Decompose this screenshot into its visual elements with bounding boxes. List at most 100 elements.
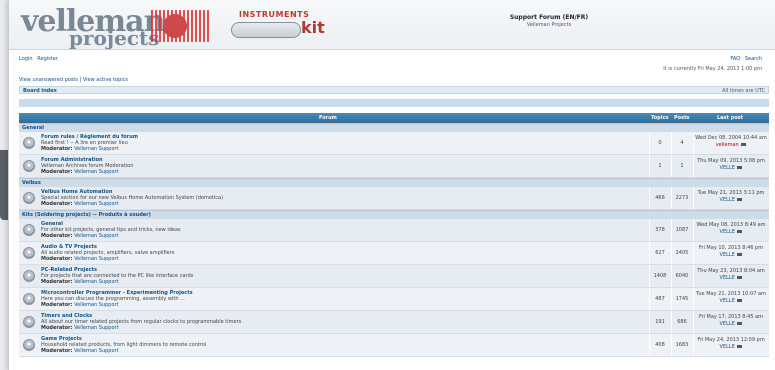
column-divider	[693, 242, 694, 264]
last-post-date: Tue May 21, 2013 10:07 am	[696, 291, 766, 297]
col-last-post: Last post	[717, 115, 744, 121]
go-to-post-icon[interactable]	[737, 253, 743, 256]
last-post-author[interactable]: VELLE	[720, 197, 735, 203]
forum-row: Forum rules / Règlement du forum Read fi…	[19, 132, 769, 155]
last-post-author[interactable]: VELLE	[720, 275, 735, 281]
last-post-author[interactable]: VELLE	[720, 298, 735, 304]
moderator-label: Moderator:	[41, 169, 73, 175]
instruments-kit-logo[interactable]: INSTRUMENTS kit	[231, 8, 351, 44]
moderator-link[interactable]: Velleman Support	[74, 279, 118, 285]
go-to-post-icon[interactable]	[741, 143, 747, 146]
posts-count: 1683	[675, 342, 689, 348]
moderator-link[interactable]: Velleman Support	[74, 169, 118, 175]
forum-read-icon	[23, 192, 35, 204]
col-posts: Posts	[674, 115, 690, 121]
moderator-label: Moderator:	[41, 146, 73, 152]
posts-count: 6040	[675, 273, 689, 279]
category-row: Velbus	[19, 178, 769, 187]
column-divider	[693, 334, 694, 356]
moderator-label: Moderator:	[41, 233, 73, 239]
forum-read-icon	[23, 316, 35, 328]
forum-moderator: Moderator: Velleman Support	[41, 201, 119, 207]
last-post: Fri May 24, 2013 12:09 pm VELLE	[695, 337, 767, 351]
moderator-link[interactable]: Velleman Support	[74, 256, 118, 262]
divider-bar	[19, 99, 769, 107]
forum-moderator: Moderator: Velleman Support	[41, 325, 119, 331]
column-divider	[693, 265, 694, 287]
last-post: Fri May 10, 2013 8:46 pm VELLE	[695, 245, 767, 259]
moderator-link[interactable]: Velleman Support	[74, 302, 118, 308]
topics-count: 1	[658, 163, 662, 169]
topics-count: 0	[658, 140, 662, 146]
column-divider	[693, 311, 694, 333]
posts-count: 1	[680, 163, 684, 169]
forum-read-icon	[23, 270, 35, 282]
column-divider	[693, 288, 694, 310]
moderator-link[interactable]: Velleman Support	[74, 233, 118, 239]
go-to-post-icon[interactable]	[737, 345, 743, 348]
column-divider	[693, 187, 694, 209]
instruments-badge	[231, 22, 301, 38]
last-post-author[interactable]: VELLE	[720, 165, 735, 171]
instruments-title: INSTRUMENTS	[239, 10, 310, 19]
forum-row: Timers and Clocks All about our timer re…	[19, 311, 769, 334]
last-post: Fri May 17, 2013 8:45 am VELLE	[695, 314, 767, 328]
forum-read-icon	[23, 247, 35, 259]
forum-read-icon	[23, 137, 35, 149]
last-post-date: Wed Dec 08, 2004 10:44 am	[695, 135, 767, 141]
topics-count: 1408	[653, 273, 667, 279]
moderator-link[interactable]: Velleman Support	[74, 325, 118, 331]
go-to-post-icon[interactable]	[737, 322, 743, 325]
go-to-post-icon[interactable]	[737, 299, 743, 302]
go-to-post-icon[interactable]	[737, 198, 743, 201]
category-name[interactable]: Kits (Soldering projects) -- Produits à …	[22, 212, 151, 218]
forum-header: velleman projects INSTRUMENTS kit Suppor…	[9, 0, 775, 50]
col-topics: Topics	[651, 115, 669, 121]
last-post-author[interactable]: VELLE	[720, 321, 735, 327]
forum-moderator: Moderator: Velleman Support	[41, 279, 119, 285]
category-name[interactable]: Velbus	[22, 180, 41, 186]
site-title: Support Forum (EN/FR)	[509, 14, 589, 21]
last-post-author[interactable]: VELLE	[720, 344, 735, 350]
forum-read-icon	[23, 224, 35, 236]
forum-row: Microcontroller Programmer - Experimenti…	[19, 288, 769, 311]
forum-row: Game Projects Household related products…	[19, 334, 769, 357]
go-to-post-icon[interactable]	[737, 230, 743, 233]
last-post-author[interactable]: VELLE	[720, 252, 735, 258]
moderator-link[interactable]: Velleman Support	[74, 146, 118, 152]
category-name[interactable]: General	[22, 125, 44, 131]
site-description: Velleman Projects	[526, 22, 572, 28]
last-post-date: Fri May 17, 2013 8:45 am	[698, 314, 764, 320]
last-post: Tue May 21, 2013 10:07 am VELLE	[695, 291, 767, 305]
login-link[interactable]: Login	[19, 56, 33, 62]
velleman-logo[interactable]: velleman projects	[21, 4, 211, 50]
topics-count: 191	[655, 319, 665, 325]
last-post: Wed Dec 08, 2004 10:44 am velleman	[695, 135, 767, 149]
moderator-link[interactable]: Velleman Support	[74, 201, 118, 207]
last-post-author[interactable]: VELLE	[720, 229, 735, 235]
moderator-link[interactable]: Velleman Support	[74, 348, 118, 354]
last-post-author[interactable]: velleman	[716, 142, 739, 148]
table-header: Forum Topics Posts Last post	[19, 113, 769, 123]
browser-page: velleman projects INSTRUMENTS kit Suppor…	[8, 0, 775, 370]
search-link[interactable]: Search	[745, 56, 762, 62]
last-post: Tue May 21, 2013 3:11 pm VELLE	[695, 190, 767, 204]
logo-graphic	[151, 10, 211, 42]
go-to-post-icon[interactable]	[737, 166, 743, 169]
forum-moderator: Moderator: Velleman Support	[41, 302, 119, 308]
moderator-label: Moderator:	[41, 201, 73, 207]
forum-read-icon	[23, 160, 35, 172]
forum-moderator: Moderator: Velleman Support	[41, 233, 119, 239]
moderator-label: Moderator:	[41, 279, 73, 285]
logo-sub-text: projects	[69, 26, 160, 50]
forum-read-icon	[23, 339, 35, 351]
faq-link[interactable]: FAQ	[730, 56, 740, 62]
topics-count: 466	[655, 195, 665, 201]
register-link[interactable]: Register	[37, 56, 58, 62]
unanswered-posts-link[interactable]: View unanswered posts | View active topi…	[19, 77, 128, 83]
board-index-link[interactable]: Board index	[23, 88, 57, 94]
forum-moderator: Moderator: Velleman Support	[41, 256, 119, 262]
go-to-post-icon[interactable]	[737, 276, 743, 279]
breadcrumb: Board index All times are UTC	[19, 86, 769, 94]
faq-search-links: FAQ Search	[730, 56, 762, 62]
